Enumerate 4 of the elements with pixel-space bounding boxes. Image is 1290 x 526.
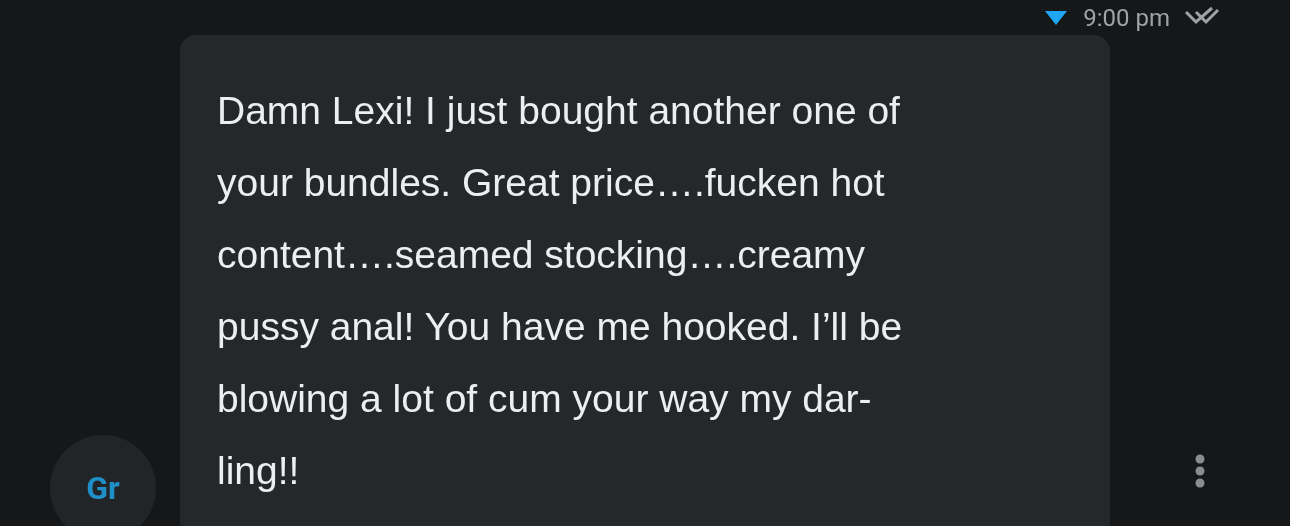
user-avatar[interactable]: Gr: [50, 435, 156, 526]
message-text: Damn Lexi! I just bought another one of your bundles. Great price….fucken hot content….seamed stocking….creamy pussy anal! You have me hooked. I’ll be blowing a lot of cum your way my dar- ling!!: [217, 88, 904, 494]
message-time: 9:00 pm: [1083, 3, 1170, 32]
more-options-icon[interactable]: [1194, 454, 1206, 488]
